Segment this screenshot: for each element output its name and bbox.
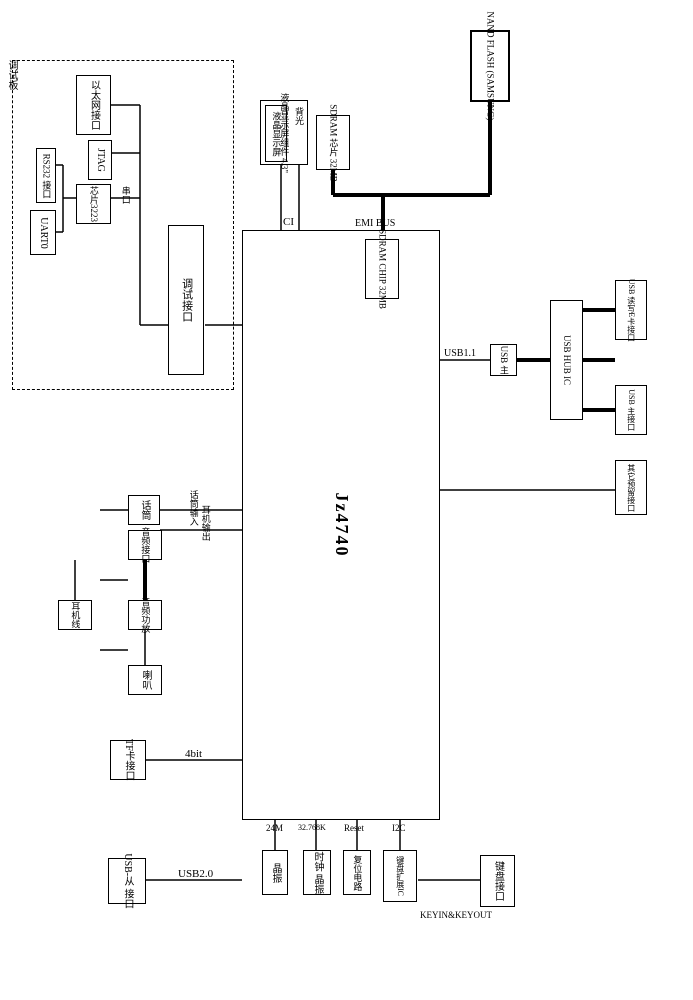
usb-slave: USB-从 接口 <box>108 858 146 904</box>
hp-out-label: 耳机输出 <box>200 505 211 541</box>
usb-hub-label: USB HUB IC <box>561 335 572 385</box>
reset-label: Reset <box>344 823 364 833</box>
i2c-label: I2C <box>392 823 406 833</box>
audio-iface-label: 音频接口 <box>140 527 151 563</box>
speaker: 喇叭 <box>128 665 162 695</box>
usb-reader-label: USB 读写E卡接口 <box>626 279 636 341</box>
reset-ckt-label: 复位电路 <box>352 855 363 891</box>
usb-host-port-label: USB 主接口 <box>626 389 636 431</box>
earphone-label: 耳机线 <box>70 602 81 629</box>
sdram1-label: SDRAM 芯片 32MB <box>328 104 339 182</box>
kbd-if: 键盘接口 <box>480 855 515 907</box>
nand-flash: NAND FLASH (SAMSUNG) <box>470 30 510 102</box>
usb-host-port: USB 主接口 <box>615 385 647 435</box>
uart0-label: UART0 <box>37 217 49 249</box>
hp-in-label: 话筒输入 <box>188 490 199 526</box>
key-bus-label: KEYIN&KEYOUT <box>420 910 492 920</box>
usb-host-small: USB 主 <box>490 344 517 376</box>
xtal-24m-label: 晶振 <box>269 863 281 883</box>
clk-24m: 24M <box>266 823 283 833</box>
sdram2-label: SDRAM CHIP 32MB <box>377 229 388 309</box>
kbd-if-label: 键盘接口 <box>492 861 504 901</box>
tf-label: TF卡接口 <box>122 739 134 781</box>
usb-slave-bus: USB2.0 <box>178 868 213 880</box>
tf-card: TF卡接口 <box>110 740 146 780</box>
uart0: UART0 <box>30 210 56 255</box>
debug-port-label: 调试接口 <box>179 278 192 322</box>
chip-3223-label: 芯片3223 <box>88 186 99 222</box>
usb-host-bus: USB1.1 <box>444 348 476 359</box>
kbd-ext: 键盘扩展IC <box>383 850 417 902</box>
rtc-xtal-label: 时钟 晶振 <box>311 851 323 894</box>
usb-reader: USB 读写E卡接口 <box>615 280 647 340</box>
lcd-panel-label: 液晶显示屏 <box>271 111 282 156</box>
usb-hub: USB HUB IC <box>550 300 583 420</box>
jtag-label: JTAG <box>94 148 106 172</box>
audio-amp: 音频功放 <box>128 600 162 630</box>
nand-flash-label: NAND FLASH (SAMSUNG) <box>485 11 496 120</box>
cpu-label: Jz4740 <box>330 493 352 558</box>
usb-host-small-label: USB 主 <box>498 346 509 375</box>
rtc-xtal: 时钟 晶振 <box>303 850 331 895</box>
debug-port: 调试接口 <box>168 225 204 375</box>
eth-label: 以太网接口 <box>88 80 100 130</box>
lcd-panel: 液晶显示屏 <box>265 105 287 162</box>
jtag: JTAG <box>88 140 112 180</box>
ci-label: CI <box>283 216 294 228</box>
reset-ckt: 复位电路 <box>343 850 371 895</box>
rs232-label: RS232 接口 <box>41 153 52 198</box>
usb-slave-label: USB-从 接口 <box>121 853 133 908</box>
serial-label: 串口 <box>120 186 131 204</box>
mic-label: 话筒 <box>138 500 150 520</box>
xtal-24m: 晶振 <box>262 850 288 895</box>
speaker-label: 喇叭 <box>139 670 151 690</box>
mic: 话筒 <box>128 495 160 525</box>
audio-iface: 音频接口 <box>128 530 162 560</box>
lcd-backlight-label: 背光 <box>293 107 304 125</box>
chip-3223: 芯片3223 <box>76 184 111 224</box>
usb-other: 其它预留接口 <box>615 460 647 515</box>
tf-bus-label: 4bit <box>185 748 202 760</box>
emi-bus-label: EMI BUS <box>355 218 395 229</box>
cpu-block: Jz4740 <box>242 230 440 820</box>
eth-port: 以太网接口 <box>76 75 111 135</box>
sdram2: SDRAM CHIP 32MB <box>365 239 399 299</box>
clk-rtc: 32.768K <box>298 823 326 832</box>
rs232: RS232 接口 <box>36 148 56 203</box>
debug-group-title: 调试板 <box>5 60 17 90</box>
usb-other-label: 其它预留接口 <box>626 464 636 512</box>
sdram1: SDRAM 芯片 32MB <box>316 115 350 170</box>
earphone: 耳机线 <box>58 600 92 630</box>
kbd-ext-label: 键盘扩展IC <box>395 856 405 896</box>
audio-amp-label: 音频功放 <box>140 597 151 633</box>
lcd-assembly: 液晶显示屏组件 4.3" 背光 液晶显示屏 <box>260 100 308 165</box>
